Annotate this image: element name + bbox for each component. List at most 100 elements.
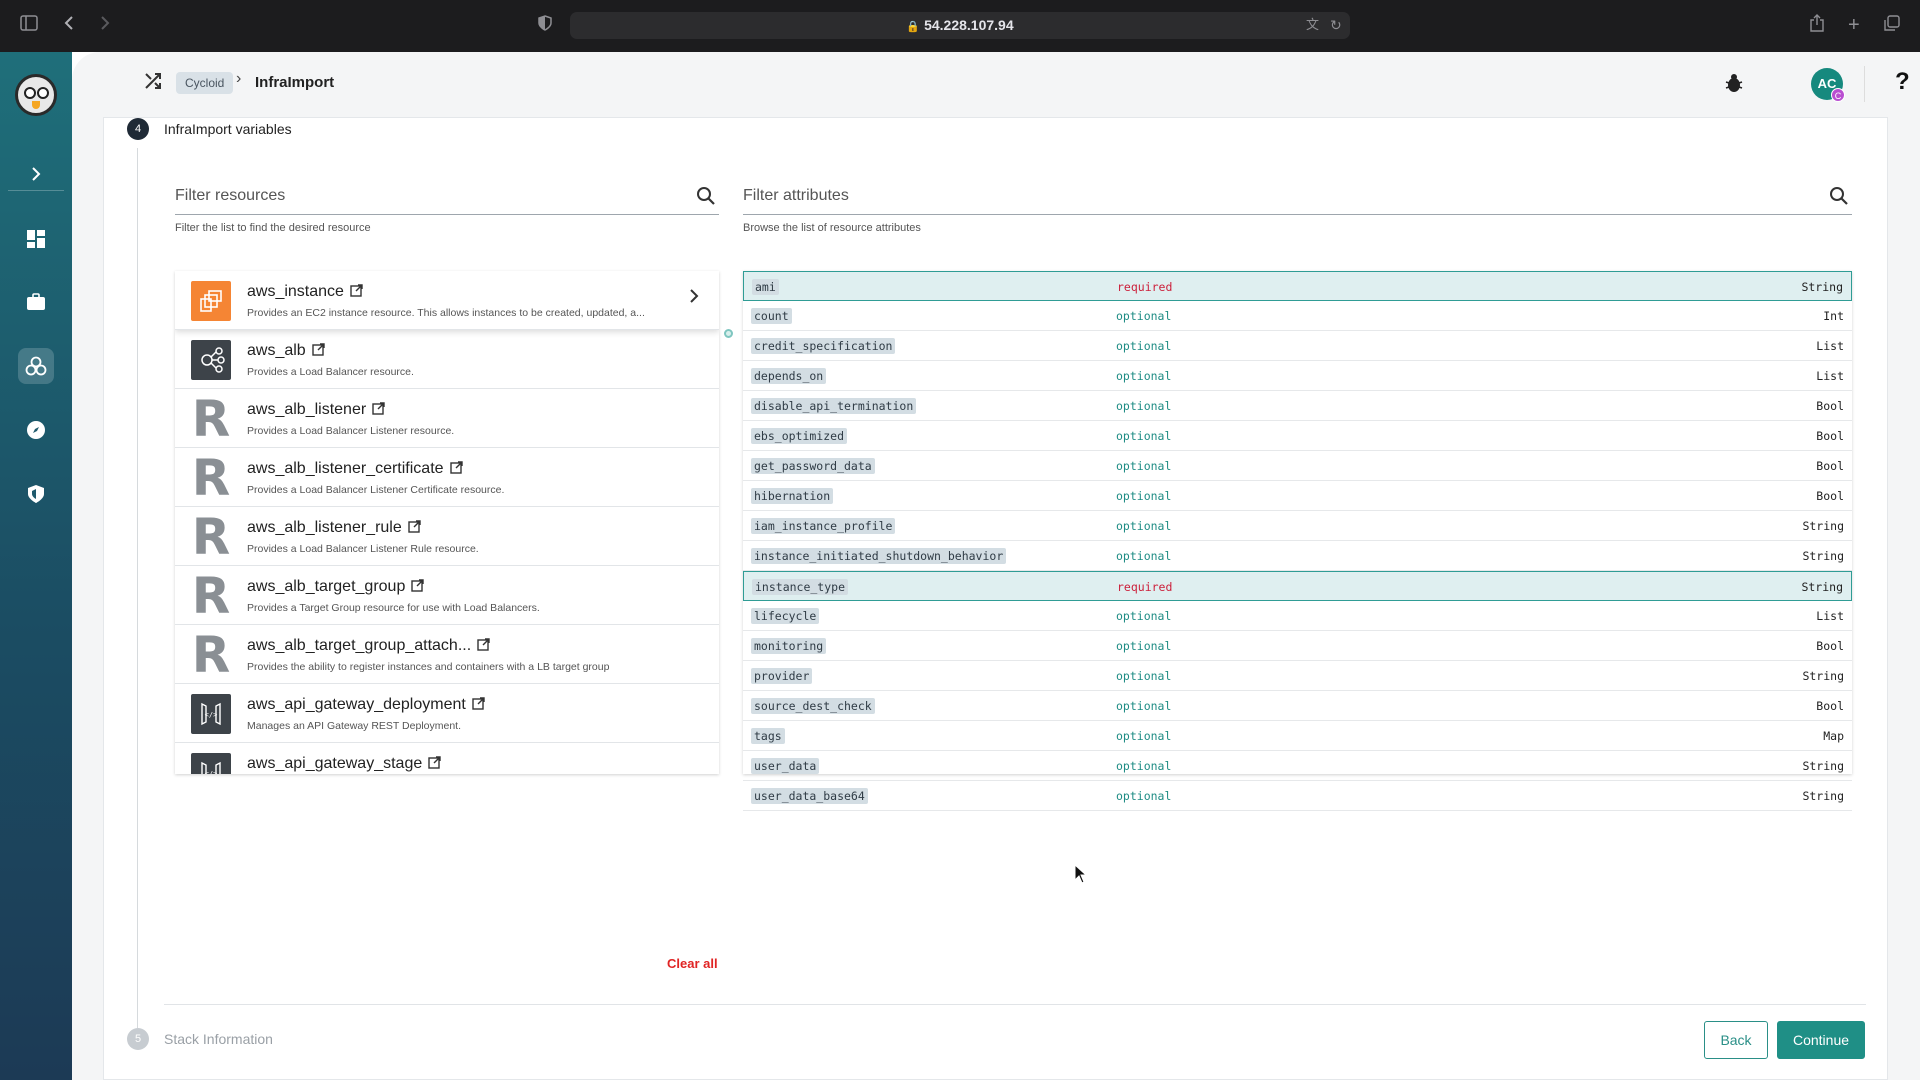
shuffle-icon[interactable] (144, 72, 164, 92)
resource-name[interactable]: aws_alb_listener (247, 401, 385, 419)
resource-description: Provides a Load Balancer Listener Certif… (247, 484, 505, 496)
resource-name[interactable]: aws_alb (247, 342, 325, 360)
reload-icon[interactable]: ↻ (1330, 14, 1342, 36)
security-shield-icon[interactable] (18, 476, 54, 512)
resource-name[interactable]: aws_alb_target_group (247, 578, 425, 596)
attribute-name: user_data (751, 758, 820, 774)
sidebar-toggle-icon[interactable] (20, 14, 38, 36)
resource-list-item[interactable]: Raws_alb_listener_rule Provides a Load Ba… (175, 507, 719, 566)
search-icon[interactable] (695, 185, 717, 207)
attribute-type: Bool (1816, 399, 1844, 413)
resource-list[interactable]: aws_instance Provides an EC2 instance res… (175, 271, 719, 774)
attribute-row[interactable]: credit_specification optional List (743, 331, 1852, 361)
attribute-row[interactable]: instance_type required String (743, 571, 1852, 601)
breadcrumb-org-chip[interactable]: Cycloid (176, 72, 234, 94)
expand-chevron-icon[interactable] (18, 156, 54, 192)
filter-attributes-field[interactable] (743, 181, 1852, 215)
attribute-row[interactable]: source_dest_check optional Bool (743, 691, 1852, 721)
resource-name-text: aws_instance (247, 283, 344, 300)
attribute-requirement: optional (1116, 669, 1172, 683)
attribute-row[interactable]: ebs_optimized optional Bool (743, 421, 1852, 451)
attribute-type: List (1816, 609, 1844, 623)
filter-attributes-hint: Browse the list of resource attributes (743, 222, 921, 234)
external-link-icon[interactable] (428, 756, 441, 769)
resource-name[interactable]: aws_api_gateway_stage (247, 755, 441, 773)
chevron-right-icon[interactable] (689, 288, 699, 309)
resource-name[interactable]: aws_alb_target_group_attach... (247, 637, 490, 655)
attribute-row[interactable]: iam_instance_profile optional String (743, 511, 1852, 541)
attribute-name: disable_api_termination (751, 398, 917, 414)
share-icon[interactable] (1810, 14, 1824, 37)
attribute-row[interactable]: count optional Int (743, 301, 1852, 331)
back-button[interactable]: Back (1704, 1021, 1768, 1059)
bug-report-icon[interactable] (1725, 73, 1745, 93)
attribute-row[interactable]: user_data_base64 optional String (743, 781, 1852, 811)
attribute-row[interactable]: provider optional String (743, 661, 1852, 691)
step-title: InfraImport variables (164, 121, 292, 137)
resource-description: Provides an EC2 instance resource. This … (247, 307, 645, 319)
resource-list-item[interactable]: Raws_alb_target_group Provides a Target G… (175, 566, 719, 625)
attribute-type: String (1802, 789, 1844, 803)
resource-list-item[interactable]: aws_instance Provides an EC2 instance res… (175, 271, 719, 330)
external-link-icon[interactable] (312, 343, 325, 356)
attribute-row[interactable]: lifecycle optional List (743, 601, 1852, 631)
help-icon[interactable]: ? (1895, 68, 1910, 96)
svg-text:</>: </> (205, 770, 218, 774)
filter-resources-input[interactable] (175, 181, 665, 211)
resource-name[interactable]: aws_api_gateway_deployment (247, 696, 485, 714)
back-arrow-icon[interactable] (64, 14, 74, 36)
dashboard-icon[interactable] (18, 221, 54, 257)
resource-list-item[interactable]: </> aws_api_gateway_deployment Manages an … (175, 684, 719, 743)
attribute-row[interactable]: disable_api_termination optional Bool (743, 391, 1852, 421)
external-link-icon[interactable] (411, 579, 425, 592)
attribute-type: String (1802, 519, 1844, 533)
external-link-icon[interactable] (477, 638, 490, 651)
filter-attributes-input[interactable] (743, 181, 1742, 211)
attribute-row[interactable]: instance_initiated_shutdown_behavior opti… (743, 541, 1852, 571)
shield-privacy-icon[interactable] (538, 14, 552, 36)
attribute-row[interactable]: hibernation optional Bool (743, 481, 1852, 511)
attribute-type: Bool (1816, 699, 1844, 713)
briefcase-icon[interactable] (18, 284, 54, 320)
org-badge: C (1831, 88, 1845, 102)
load-balancer-icon (191, 340, 231, 380)
clear-all-link[interactable]: Clear all (667, 956, 718, 971)
resource-list-item[interactable]: Raws_alb_listener_certificate Provides a … (175, 448, 719, 507)
resource-name[interactable]: aws_alb_listener_certificate (247, 460, 463, 478)
continue-button[interactable]: Continue (1777, 1021, 1865, 1059)
step-title: Stack Information (164, 1031, 273, 1047)
resource-name[interactable]: aws_instance (247, 283, 363, 301)
forward-arrow-icon[interactable] (100, 14, 110, 36)
external-link-icon[interactable] (372, 402, 385, 415)
search-icon[interactable] (1828, 185, 1850, 207)
resource-list-item[interactable]: aws_alb Provides a Load Balancer resource… (175, 330, 719, 389)
cycloid-owl-logo[interactable] (15, 74, 57, 116)
resource-name-text: aws_alb_listener (247, 401, 367, 418)
infraimport-icon[interactable] (18, 348, 54, 384)
attribute-row[interactable]: monitoring optional Bool (743, 631, 1852, 661)
attribute-row[interactable]: tags optional Map (743, 721, 1852, 751)
external-link-icon[interactable] (472, 697, 485, 710)
resource-list-item[interactable]: Raws_alb_target_group_attach... Provides … (175, 625, 719, 684)
resource-description: Provides a Load Balancer Listener resour… (247, 425, 455, 437)
compass-icon[interactable] (18, 412, 54, 448)
resource-name[interactable]: aws_alb_listener_rule (247, 519, 421, 537)
translate-icon[interactable]: 文 (1306, 14, 1319, 36)
tabs-overview-icon[interactable] (1884, 14, 1900, 36)
address-bar[interactable]: 🔒 54.228.107.94 (570, 12, 1350, 39)
external-link-icon[interactable] (449, 461, 463, 474)
resource-list-item[interactable]: </>aws_api_gateway_stageManages an API G… (175, 743, 719, 774)
attribute-row[interactable]: get_password_data optional Bool (743, 451, 1852, 481)
external-link-icon[interactable] (350, 284, 363, 297)
attribute-row[interactable]: user_data optional String (743, 751, 1852, 781)
external-link-icon[interactable] (408, 520, 421, 533)
filter-resources-field[interactable] (175, 181, 719, 215)
attribute-requirement: optional (1116, 639, 1172, 653)
resource-list-item[interactable]: Raws_alb_listener Provides a Load Balance… (175, 389, 719, 448)
attribute-row[interactable]: ami required String (743, 271, 1852, 301)
resource-description: Provides a Load Balancer resource. (247, 366, 414, 378)
attribute-row[interactable]: depends_on optional List (743, 361, 1852, 391)
resource-name-text: aws_api_gateway_deployment (247, 696, 466, 713)
attributes-table: ami required String count optional Int credit_… (743, 271, 1852, 811)
new-tab-icon[interactable]: + (1848, 14, 1860, 36)
